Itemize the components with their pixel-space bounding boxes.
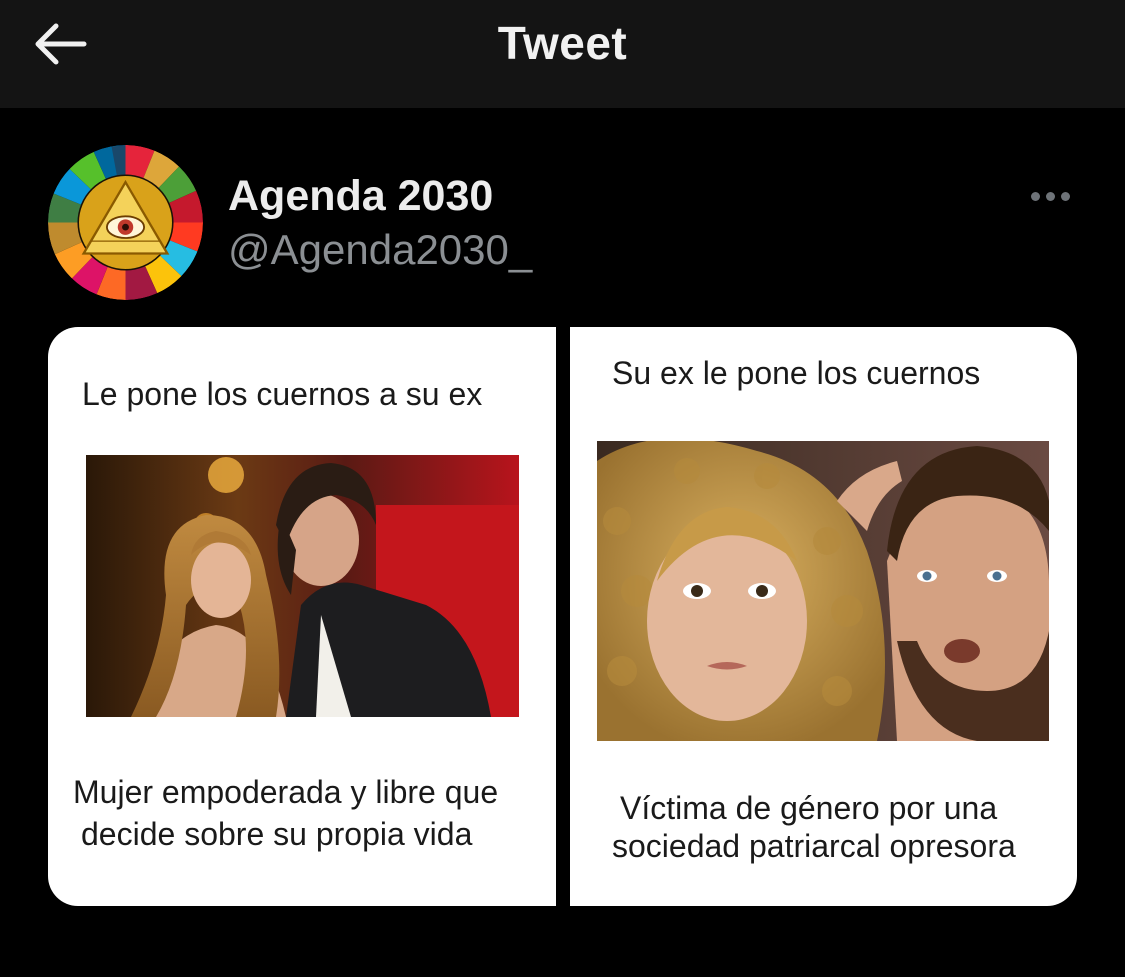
more-options-button[interactable] [1022,180,1078,212]
meme-left-top-caption: Le pone los cuernos a su ex [82,376,483,412]
author-display-name[interactable]: Agenda 2030 [228,172,493,221]
avatar[interactable] [48,145,203,300]
meme-panel-left[interactable]: Le pone los cuernos a su ex Mujer empode… [48,327,556,906]
couple-photo-left [86,455,519,717]
meme-left-bottom-caption-line2: decide sobre su propia vida [81,816,473,852]
author-handle[interactable]: @Agenda2030_ [228,226,532,274]
more-horizontal-icon [1030,191,1040,201]
meme-left-bottom-caption-line1: Mujer empoderada y libre que [73,774,499,810]
meme-right-bottom-caption-line2: sociedad patriarcal opresora [612,828,1016,864]
more-dot [1045,191,1055,201]
meme-right-bottom-caption-line1: Víctima de género por una [620,790,998,826]
meme-right-top-caption: Su ex le pone los cuernos [612,355,981,391]
meme-panel-right[interactable]: Su ex le pone los cuernos Víctima de gén… [570,327,1077,906]
couple-photo-right [597,441,1049,741]
all-seeing-eye-sdg-wheel-logo [48,145,203,300]
top-bar: Tweet [0,0,1125,108]
more-dot [1060,191,1070,201]
tweet-media[interactable]: Le pone los cuernos a su ex Mujer empode… [48,327,1077,906]
page-title: Tweet [497,17,628,69]
